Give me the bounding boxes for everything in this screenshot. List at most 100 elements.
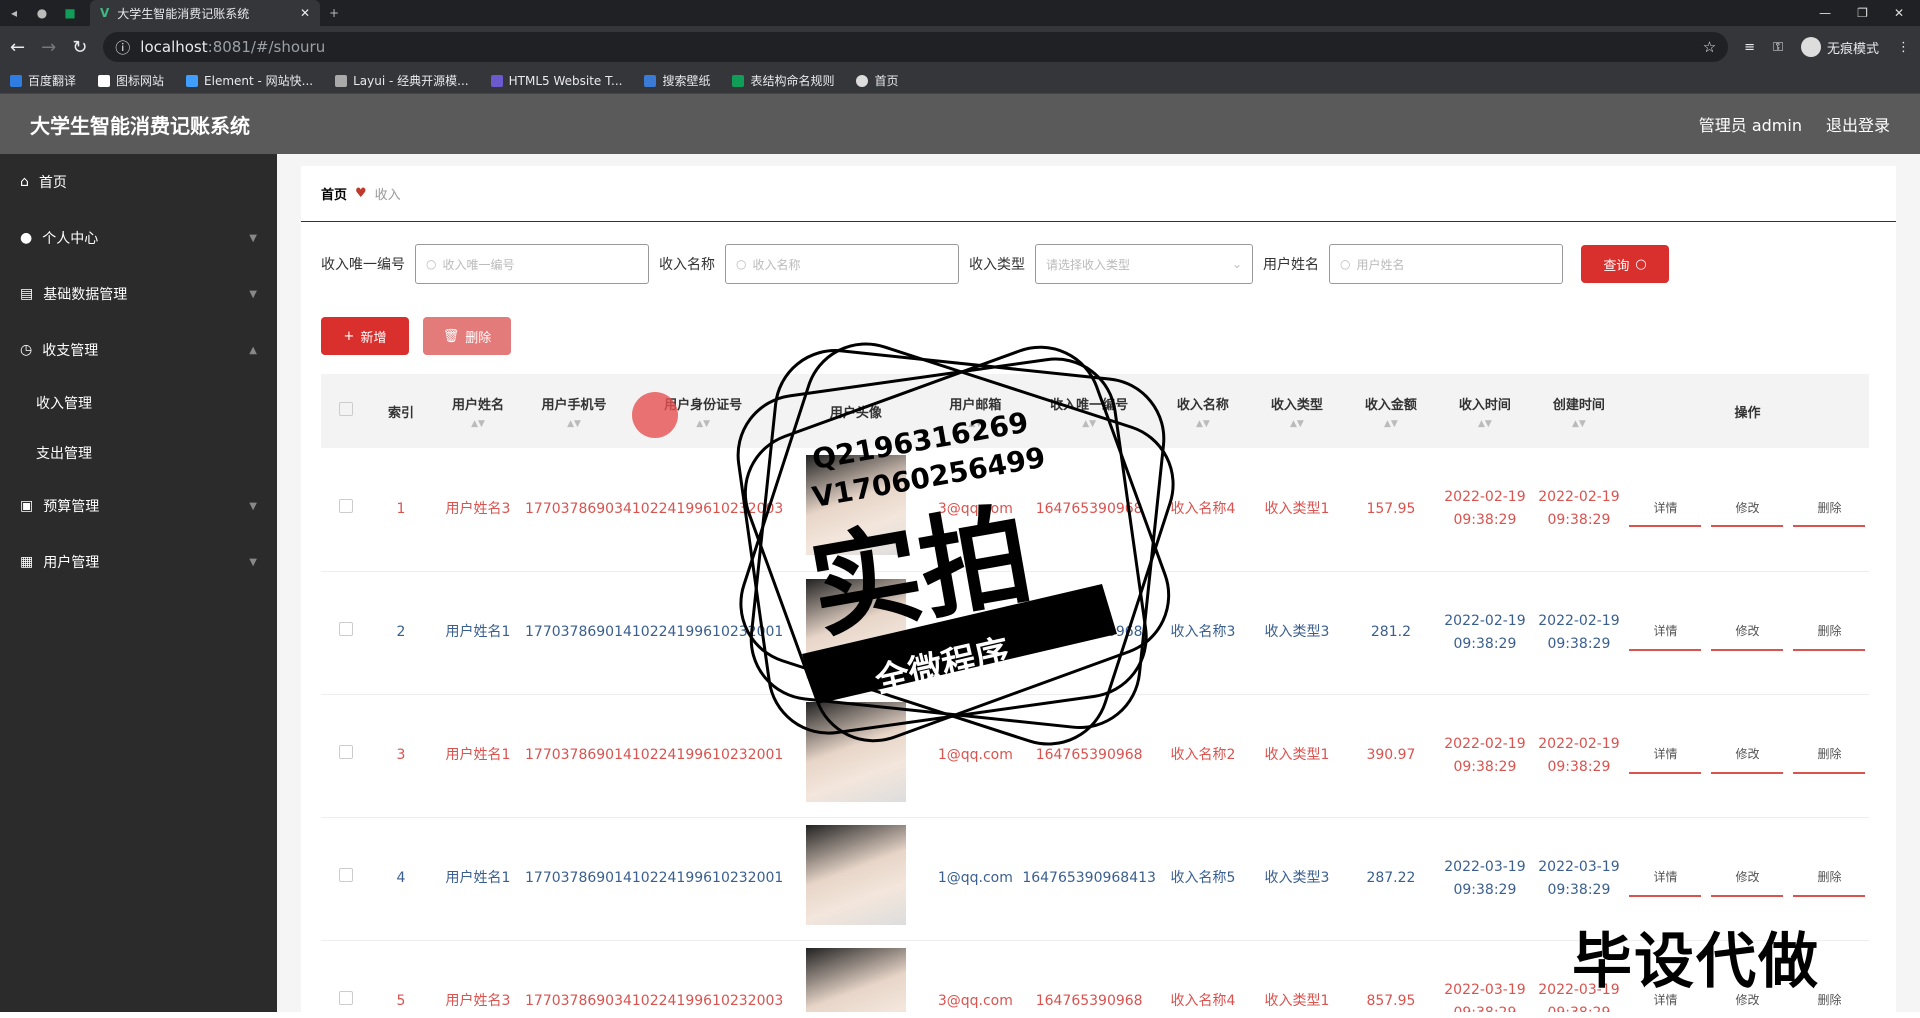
sidebar-item-users[interactable]: ▦ 用户管理 ▼ bbox=[0, 534, 277, 590]
minimize-icon[interactable]: — bbox=[1819, 6, 1831, 20]
breadcrumb: 首页 ♥ 收入 bbox=[301, 166, 1896, 222]
col-amount[interactable]: 收入金额 ▲▼ bbox=[1343, 374, 1438, 448]
restore-icon[interactable]: ❐ bbox=[1857, 6, 1868, 20]
search-form: 收入唯一编号 ○ 收入唯一编号 收入名称 ○ 收入名称 收入类型 请选择收入类型 ⌄ … bbox=[321, 222, 1896, 306]
cursor-highlight bbox=[632, 392, 678, 438]
bookmark-item[interactable]: 图标网站 bbox=[98, 72, 164, 89]
mute-icon[interactable]: ◂ bbox=[0, 6, 28, 20]
logout-button[interactable]: 退出登录 bbox=[1826, 112, 1890, 136]
type-select[interactable]: 请选择收入类型 ⌄ bbox=[1035, 244, 1253, 284]
media-icon[interactable]: ≡ bbox=[1744, 40, 1755, 55]
plus-icon: + bbox=[343, 328, 355, 344]
avatar[interactable] bbox=[805, 947, 906, 1012]
sidebar: ⌂ 首页 ● 个人中心 ▼ ▤ 基础数据管理 ▼ ◷ 收支管理 ▲ 收入管理 支出管理 ▣ 预算… bbox=[0, 154, 277, 1012]
sheet-icon[interactable]: ■ bbox=[56, 6, 84, 20]
bookmark-item[interactable]: 搜索壁纸 bbox=[644, 72, 710, 89]
col-code[interactable]: 收入唯一编号 ▲▼ bbox=[1022, 374, 1156, 448]
cell-created: 2022-02-19 09:38:29 bbox=[1531, 694, 1626, 818]
search-icon: ○ bbox=[426, 257, 437, 271]
breadcrumb-home[interactable]: 首页 bbox=[321, 184, 347, 203]
submenu-expense[interactable]: 支出管理 bbox=[0, 428, 277, 478]
incognito-badge[interactable]: 无痕模式 bbox=[1800, 37, 1879, 57]
key-icon[interactable]: ⚿ bbox=[1773, 40, 1783, 55]
batch-delete-button[interactable]: 🗑 删除 bbox=[423, 317, 511, 355]
sidebar-item-basedata[interactable]: ▤ 基础数据管理 ▼ bbox=[0, 266, 277, 322]
url-field[interactable]: ⓘ localhost:8081/#/shouru ☆ bbox=[103, 32, 1729, 62]
bookmark-item[interactable]: 百度翻译 bbox=[10, 72, 76, 89]
col-email[interactable]: 用户邮箱 ▲▼ bbox=[928, 374, 1023, 448]
row-select-cell bbox=[321, 694, 371, 818]
detail-button[interactable]: 详情 bbox=[1629, 738, 1702, 774]
reload-icon[interactable]: ↻ bbox=[72, 37, 87, 58]
edit-button[interactable]: 修改 bbox=[1711, 491, 1784, 528]
col-index[interactable]: 索引 bbox=[371, 374, 431, 448]
search-icon: ○ bbox=[1635, 256, 1647, 272]
col-phone[interactable]: 用户手机号 ▲▼ bbox=[525, 374, 623, 448]
detail-button[interactable]: 详情 bbox=[1629, 615, 1702, 651]
cell-code: 164765390968413 bbox=[1022, 817, 1156, 941]
info-icon[interactable]: ⓘ bbox=[115, 37, 130, 58]
col-created[interactable]: 创建时间 ▲▼ bbox=[1531, 374, 1626, 448]
col-type[interactable]: 收入类型 ▲▼ bbox=[1249, 374, 1344, 448]
row-checkbox[interactable] bbox=[339, 745, 353, 759]
cell-income-name: 收入名称4 bbox=[1155, 940, 1250, 1012]
sidebar-item-profile[interactable]: ● 个人中心 ▼ bbox=[0, 210, 277, 266]
select-all-checkbox[interactable] bbox=[339, 402, 353, 416]
col-income-name[interactable]: 收入名称 ▲▼ bbox=[1155, 374, 1250, 448]
search-label-code: 收入唯一编号 bbox=[321, 257, 405, 273]
sidebar-item-finance[interactable]: ◷ 收支管理 ▲ bbox=[0, 322, 277, 378]
bookmarks-bar: 百度翻译 图标网站 Element - 网站快... Layui - 经典开源模… bbox=[0, 68, 1920, 94]
cell-name: 用户姓名1 bbox=[431, 694, 525, 818]
sidebar-item-home[interactable]: ⌂ 首页 bbox=[0, 154, 277, 210]
row-delete-button[interactable]: 删除 bbox=[1793, 615, 1866, 651]
bookmark-item[interactable]: Layui - 经典开源模... bbox=[335, 72, 469, 89]
close-tab-icon[interactable]: ✕ bbox=[300, 6, 310, 20]
detail-button[interactable]: 详情 bbox=[1629, 861, 1702, 897]
code-input[interactable]: ○ 收入唯一编号 bbox=[415, 244, 649, 284]
row-checkbox[interactable] bbox=[339, 991, 353, 1005]
bookmark-item[interactable]: HTML5 Website T... bbox=[490, 74, 622, 88]
close-window-icon[interactable]: ✕ bbox=[1894, 6, 1904, 20]
row-delete-button[interactable]: 删除 bbox=[1793, 738, 1866, 774]
vue-icon: V bbox=[100, 6, 110, 20]
cell-email: 1@qq.com bbox=[928, 817, 1023, 941]
avatar[interactable] bbox=[805, 455, 906, 556]
sidebar-item-budget[interactable]: ▣ 预算管理 ▼ bbox=[0, 478, 277, 534]
cell-created: 2022-02-19 09:38:29 bbox=[1531, 571, 1626, 695]
row-checkbox[interactable] bbox=[339, 868, 353, 882]
bookmark-icon bbox=[490, 74, 503, 87]
avatar[interactable] bbox=[805, 578, 906, 679]
cell-phone: 17703786903 bbox=[525, 940, 623, 1012]
avatar[interactable] bbox=[805, 824, 906, 925]
chevron-down-icon: ▼ bbox=[249, 288, 257, 300]
bookmark-item[interactable]: 首页 bbox=[856, 72, 899, 89]
user-input[interactable]: ○ 用户姓名 bbox=[1329, 244, 1563, 284]
row-checkbox[interactable] bbox=[339, 498, 353, 513]
menu-icon[interactable]: ⋮ bbox=[1897, 40, 1910, 55]
submenu-income[interactable]: 收入管理 bbox=[0, 378, 277, 428]
cell-code: 164765390968 bbox=[1022, 694, 1156, 818]
bookmark-item[interactable]: 表结构命名规则 bbox=[732, 72, 834, 89]
back-icon[interactable]: ← bbox=[10, 37, 25, 58]
edit-button[interactable]: 修改 bbox=[1711, 615, 1784, 651]
row-delete-button[interactable]: 删除 bbox=[1793, 491, 1866, 528]
row-delete-button[interactable]: 删除 bbox=[1793, 861, 1866, 897]
chrome-icon[interactable]: ● bbox=[28, 6, 56, 20]
col-time[interactable]: 收入时间 ▲▼ bbox=[1437, 374, 1532, 448]
bookmark-item[interactable]: Element - 网站快... bbox=[186, 72, 313, 89]
active-tab[interactable]: V 大学生智能消费记账系统 ✕ bbox=[90, 0, 320, 26]
query-button[interactable]: 查询 ○ bbox=[1581, 245, 1669, 283]
name-input[interactable]: ○ 收入名称 bbox=[725, 244, 959, 284]
row-checkbox[interactable] bbox=[339, 622, 353, 636]
new-tab-icon[interactable]: + bbox=[320, 6, 348, 20]
col-name[interactable]: 用户姓名 ▲▼ bbox=[431, 374, 525, 448]
edit-button[interactable]: 修改 bbox=[1711, 738, 1784, 774]
add-button[interactable]: + 新增 bbox=[321, 317, 409, 355]
avatar[interactable] bbox=[805, 701, 906, 802]
col-actions: 操作 bbox=[1625, 374, 1869, 448]
star-icon[interactable]: ☆ bbox=[1703, 38, 1716, 56]
detail-button[interactable]: 详情 bbox=[1629, 491, 1702, 528]
forward-icon[interactable]: → bbox=[41, 37, 56, 58]
corner-watermark: 毕设代做 bbox=[1572, 927, 1820, 997]
edit-button[interactable]: 修改 bbox=[1711, 861, 1784, 897]
